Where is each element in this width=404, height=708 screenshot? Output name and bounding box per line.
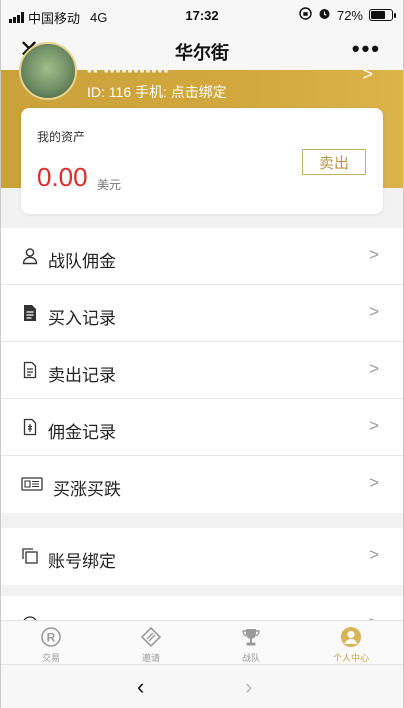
rotation-lock-icon [299,7,312,23]
trophy-icon [240,626,262,648]
user-id-phone: ID: 116 手机: 点击绑定 [87,84,227,100]
status-right: 72% [299,7,396,23]
tab-label: 邀请 [141,653,160,663]
chevron-right-icon[interactable]: > [362,64,373,85]
person-circle-icon [340,626,362,648]
asset-unit: 美元 [97,178,122,192]
menu-item-buy-records[interactable]: 买入记录 > [1,285,403,342]
money-document-icon [21,418,39,436]
sell-button[interactable]: 卖出 [302,149,366,175]
user-icon [21,247,39,265]
masked-username: ▪▪ ▪▪▪▪▪▪▪▪▪▪▪ [87,62,170,78]
chevron-right-icon: > [369,359,379,378]
menu-item-buy-up-down[interactable]: 买涨买跌 > [1,456,403,513]
menu-label: 账号绑定 [48,552,116,571]
menu-label: 佣金记录 [48,423,116,442]
menu-item-commission-records[interactable]: 佣金记录 > [1,399,403,456]
asset-card: 我的资产 0.00 美元 卖出 [21,108,383,214]
chevron-right-icon: > [369,416,379,435]
asset-label: 我的资产 [37,130,86,144]
menu-item-account-binding[interactable]: 账号绑定 > [1,528,403,585]
alarm-icon [318,7,331,23]
menu-item-team-commission[interactable]: 战队佣金 > [1,228,403,285]
avatar[interactable] [19,42,77,100]
menu-label: 战队佣金 [48,252,116,271]
battery-icon [369,9,396,21]
menu-group-main: 战队佣金 > 买入记录 > 卖出记录 > 佣金记录 > 买涨买跌 > [1,228,403,513]
chevron-right-icon: > [369,473,379,492]
tab-label: 战队 [241,653,260,663]
tab-trade[interactable]: R 交易 [21,626,81,664]
app-frame: 中国移动 4G 17:32 72% ✕ 华尔街 ••• ▪▪ ▪▪▪▪▪▪▪▪▪… [0,0,404,708]
tab-team[interactable]: 战队 [221,626,281,664]
tab-label: 交易 [41,653,60,663]
menu-label: 卖出记录 [48,366,116,385]
tab-label: 个人中心 [332,653,369,663]
registered-icon: R [40,626,62,648]
browser-nav-bar: ‹ › [1,664,403,708]
copy-icon [21,547,39,565]
tab-profile[interactable]: 个人中心 [321,626,381,664]
status-bar: 中国移动 4G 17:32 72% [1,0,403,30]
document-outline-icon [21,361,39,379]
ticket-icon [21,475,43,493]
chevron-right-icon: > [369,545,379,564]
menu-label: 买入记录 [48,309,116,328]
menu-item-sell-records[interactable]: 卖出记录 > [1,342,403,399]
menu-group-account: 账号绑定 > [1,528,403,585]
bottom-tab-bar: R 交易 邀请 战队 个人中心 [1,620,403,664]
chevron-right-icon: > [369,245,379,264]
tab-invite[interactable]: 邀请 [121,626,181,664]
battery-percent: 72% [336,7,363,23]
forward-button[interactable]: › [245,674,252,700]
chevron-right-icon: > [369,302,379,321]
svg-text:R: R [47,631,56,645]
asset-amount: 0.00 [37,162,88,192]
back-button[interactable]: ‹ [137,674,144,700]
document-filled-icon [21,304,39,322]
diamond-link-icon [140,626,162,648]
menu-label: 买涨买跌 [53,480,121,499]
more-options-button[interactable]: ••• [352,36,381,62]
